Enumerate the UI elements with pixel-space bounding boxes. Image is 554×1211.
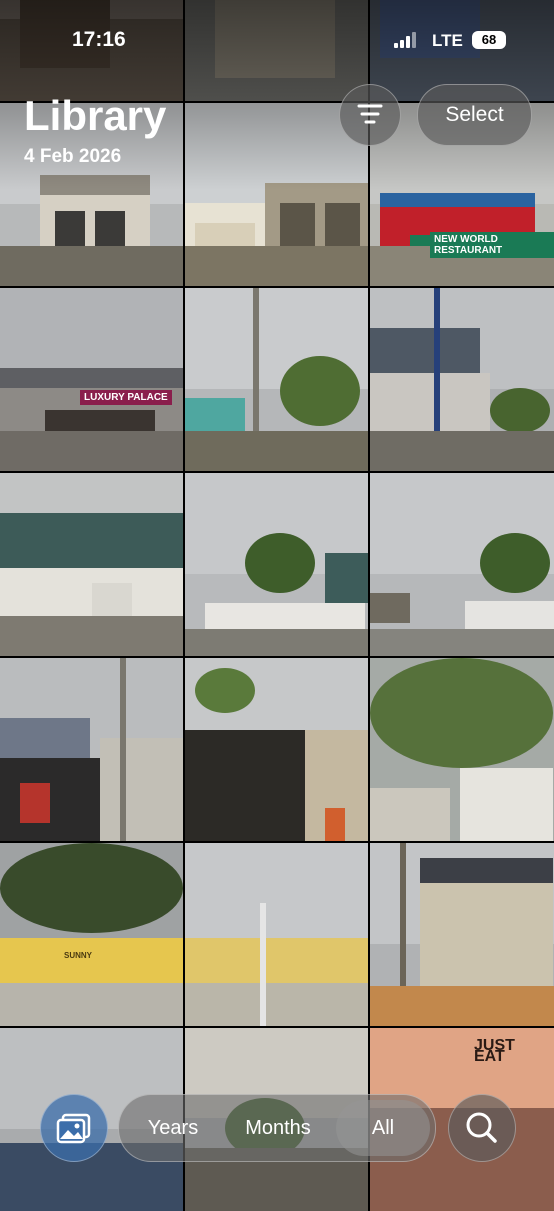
photo-thumbnail[interactable] bbox=[370, 843, 554, 1026]
library-button[interactable] bbox=[40, 1094, 108, 1162]
sign-just-eat: JUST EAT bbox=[474, 1037, 515, 1065]
page-date: 4 Feb 2026 bbox=[24, 146, 122, 167]
photo-thumbnail[interactable] bbox=[185, 658, 368, 841]
photo-thumbnail[interactable] bbox=[185, 288, 368, 471]
filter-button[interactable] bbox=[339, 84, 401, 146]
segment-years[interactable]: Years bbox=[119, 1095, 227, 1161]
status-time: 17:16 bbox=[72, 28, 126, 51]
photo-thumbnail[interactable] bbox=[370, 658, 554, 841]
sign-new-world: NEW WORLD RESTAURANT bbox=[430, 232, 554, 258]
photo-thumbnail[interactable] bbox=[370, 288, 554, 471]
battery-icon: 68 bbox=[472, 31, 506, 49]
photo-thumbnail[interactable] bbox=[370, 473, 554, 656]
signal-icon bbox=[394, 32, 424, 48]
photo-library-icon bbox=[56, 1113, 91, 1144]
view-segmented-control: Years Months All bbox=[118, 1094, 436, 1162]
sign-luxury-palace: LUXURY PALACE bbox=[80, 390, 172, 405]
segment-months[interactable]: Months bbox=[227, 1095, 329, 1161]
sign-sunny: SUNNY bbox=[64, 951, 93, 960]
photo-thumbnail[interactable] bbox=[0, 658, 183, 841]
search-icon bbox=[466, 1112, 497, 1143]
select-button[interactable]: Select bbox=[417, 84, 532, 146]
network-label: LTE bbox=[432, 31, 463, 50]
sort-filter-icon bbox=[357, 104, 383, 124]
page-title: Library bbox=[24, 92, 167, 139]
search-button[interactable] bbox=[448, 1094, 516, 1162]
photo-thumbnail[interactable] bbox=[0, 843, 183, 1026]
battery-level: 68 bbox=[481, 32, 497, 47]
photo-thumbnail[interactable] bbox=[0, 473, 183, 656]
photo-thumbnail[interactable] bbox=[185, 843, 368, 1026]
photo-thumbnail[interactable] bbox=[185, 473, 368, 656]
segment-all[interactable]: All bbox=[336, 1100, 430, 1156]
photo-thumbnail[interactable] bbox=[0, 288, 183, 471]
status-bar: 17:16 LTE 68 bbox=[0, 28, 554, 56]
